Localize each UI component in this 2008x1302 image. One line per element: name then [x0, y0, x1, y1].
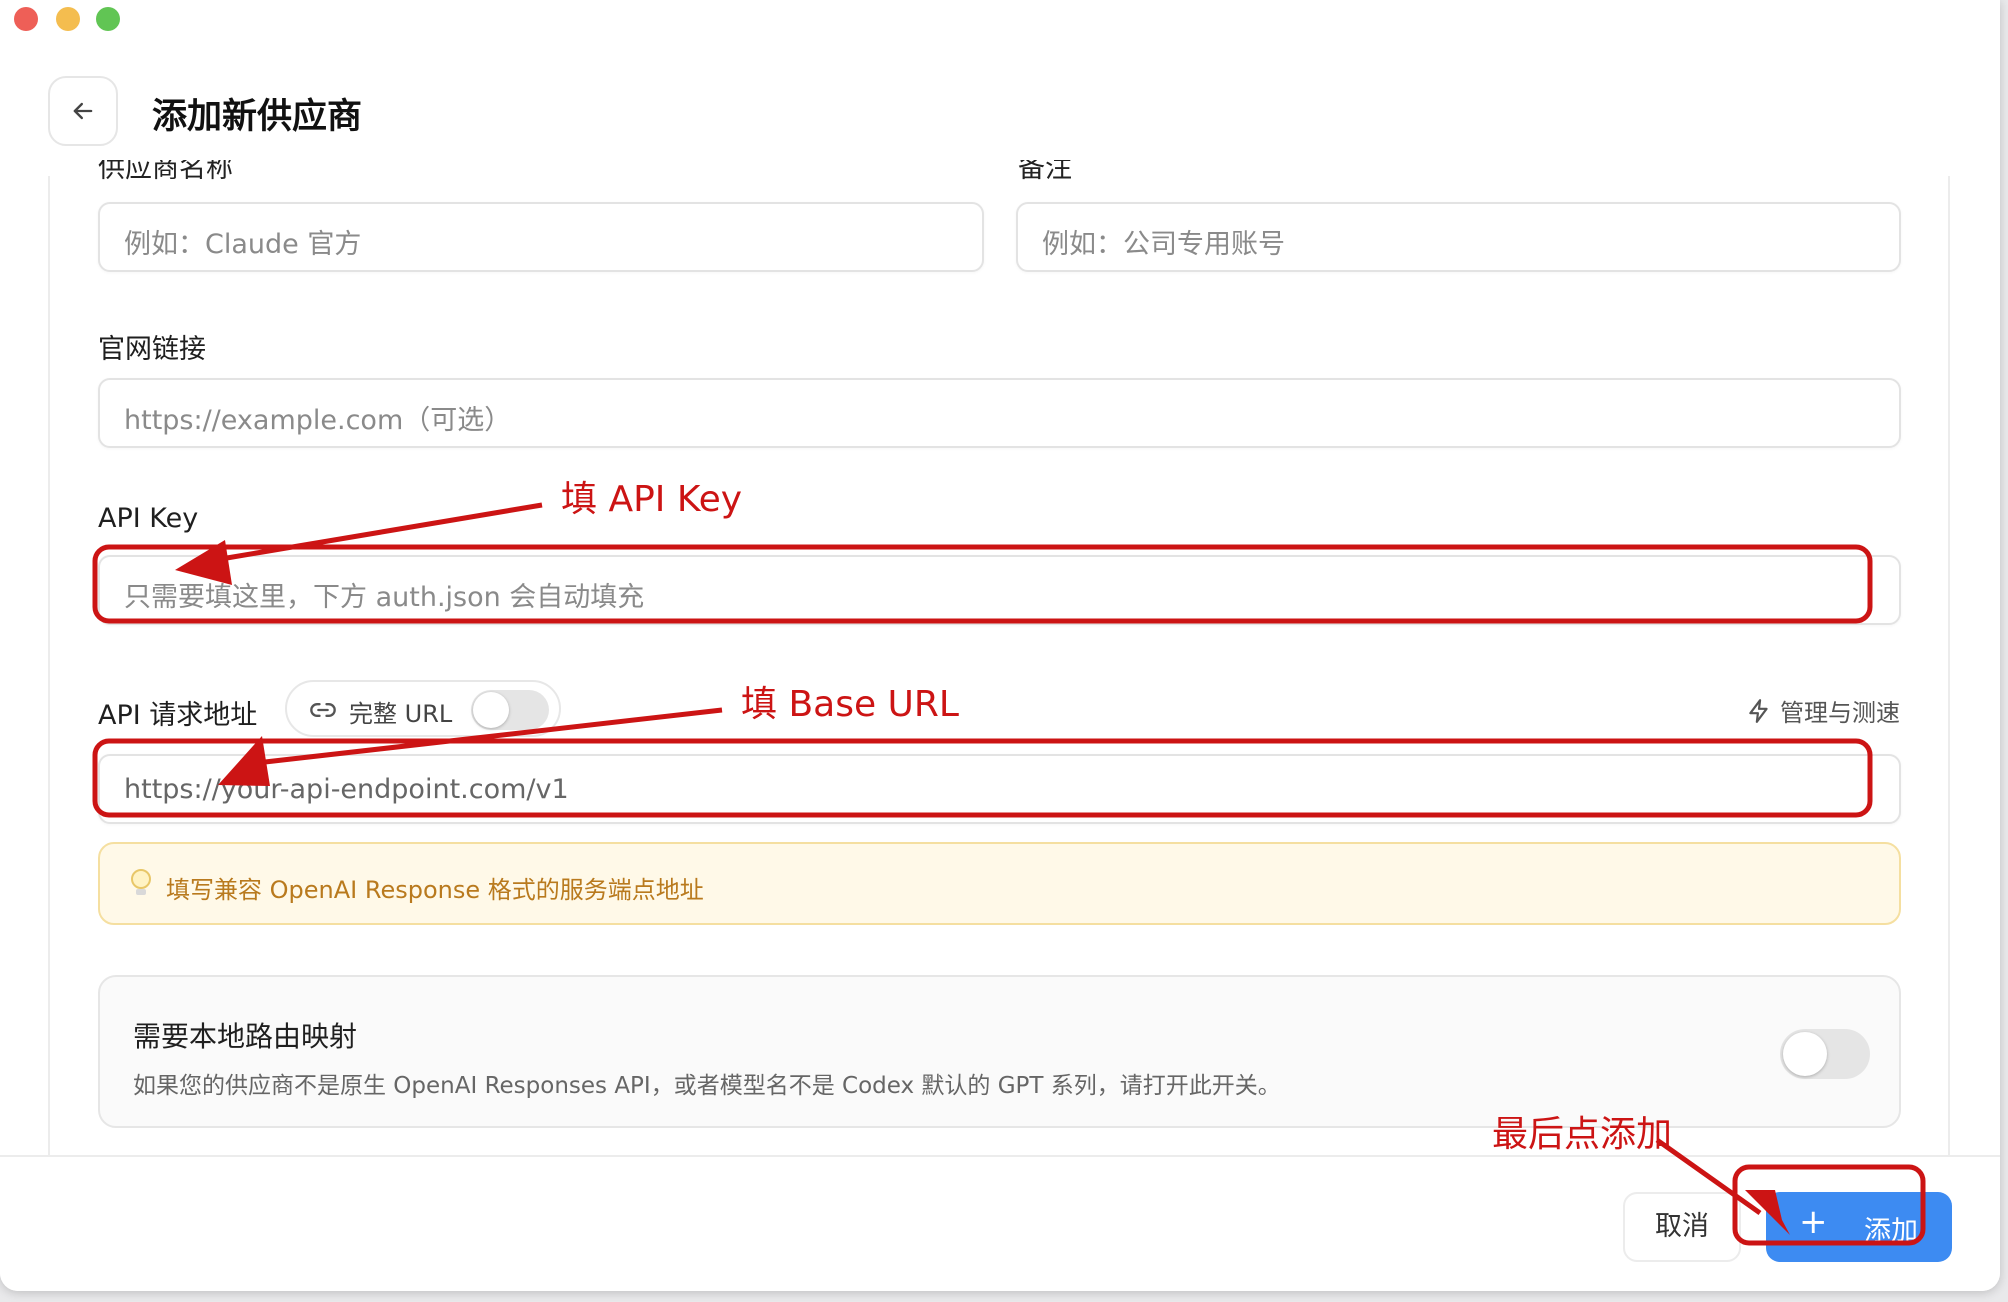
switch-knob [1783, 1032, 1827, 1076]
window-minimize-button[interactable] [56, 7, 80, 31]
back-arrow-icon [73, 102, 93, 120]
note-label-cut: 备注 [1018, 160, 1072, 180]
footer-bar: 取消 + 添加 [0, 1155, 2000, 1291]
bulb-icon [131, 869, 151, 895]
api-key-label: API Key [98, 503, 199, 534]
back-button[interactable] [48, 76, 118, 146]
link-icon [310, 703, 336, 717]
note-input[interactable]: 例如：公司专用账号 [1016, 202, 1901, 272]
provider-name-input[interactable]: 例如：Claude 官方 [98, 202, 984, 272]
full-url-switch[interactable] [471, 690, 549, 730]
api-key-input[interactable]: 只需要填这里，下方 auth.json 会自动填充 [98, 555, 1901, 625]
website-input[interactable]: https://example.com（可选） [98, 378, 1901, 448]
api-url-input[interactable]: https://your-api-endpoint.com/v1 [98, 754, 1901, 824]
api-url-hint: 填写兼容 OpenAI Response 格式的服务端点地址 [98, 842, 1901, 925]
plus-icon: + [1799, 1202, 1828, 1242]
app-window: 添加新供应商 供应商名称 备注 例如：Claude 官方 例如：公司专用账号 官… [0, 0, 2000, 1291]
cancel-button[interactable]: 取消 [1623, 1192, 1741, 1262]
add-annotation: 最后点添加 [1492, 1114, 1673, 1155]
base-url-annotation: 填 Base URL [741, 684, 959, 725]
local-routing-description: 如果您的供应商不是原生 OpenAI Responses API，或者模型名不是… [133, 1073, 1281, 1099]
provider-name-label-cut: 供应商名称 [98, 160, 233, 180]
window-zoom-button[interactable] [96, 7, 120, 31]
local-routing-switch[interactable] [1780, 1029, 1870, 1079]
page-title: 添加新供应商 [152, 97, 363, 137]
full-url-label: 完整 URL [349, 700, 453, 728]
manage-speedtest-link[interactable]: 管理与测速 [1746, 693, 1900, 728]
add-button-label: 添加 [1864, 1216, 1918, 1247]
api-key-annotation: 填 API Key [561, 479, 743, 520]
lightning-icon [1749, 698, 1768, 723]
website-label: 官网链接 [98, 334, 206, 365]
full-url-toggle[interactable]: 完整 URL [285, 680, 561, 737]
add-button[interactable]: + 添加 [1766, 1192, 1952, 1262]
local-routing-title: 需要本地路由映射 [133, 1020, 358, 1053]
switch-knob [473, 692, 509, 728]
window-close-button[interactable] [14, 7, 38, 31]
api-url-label: API 请求地址 [98, 700, 258, 731]
